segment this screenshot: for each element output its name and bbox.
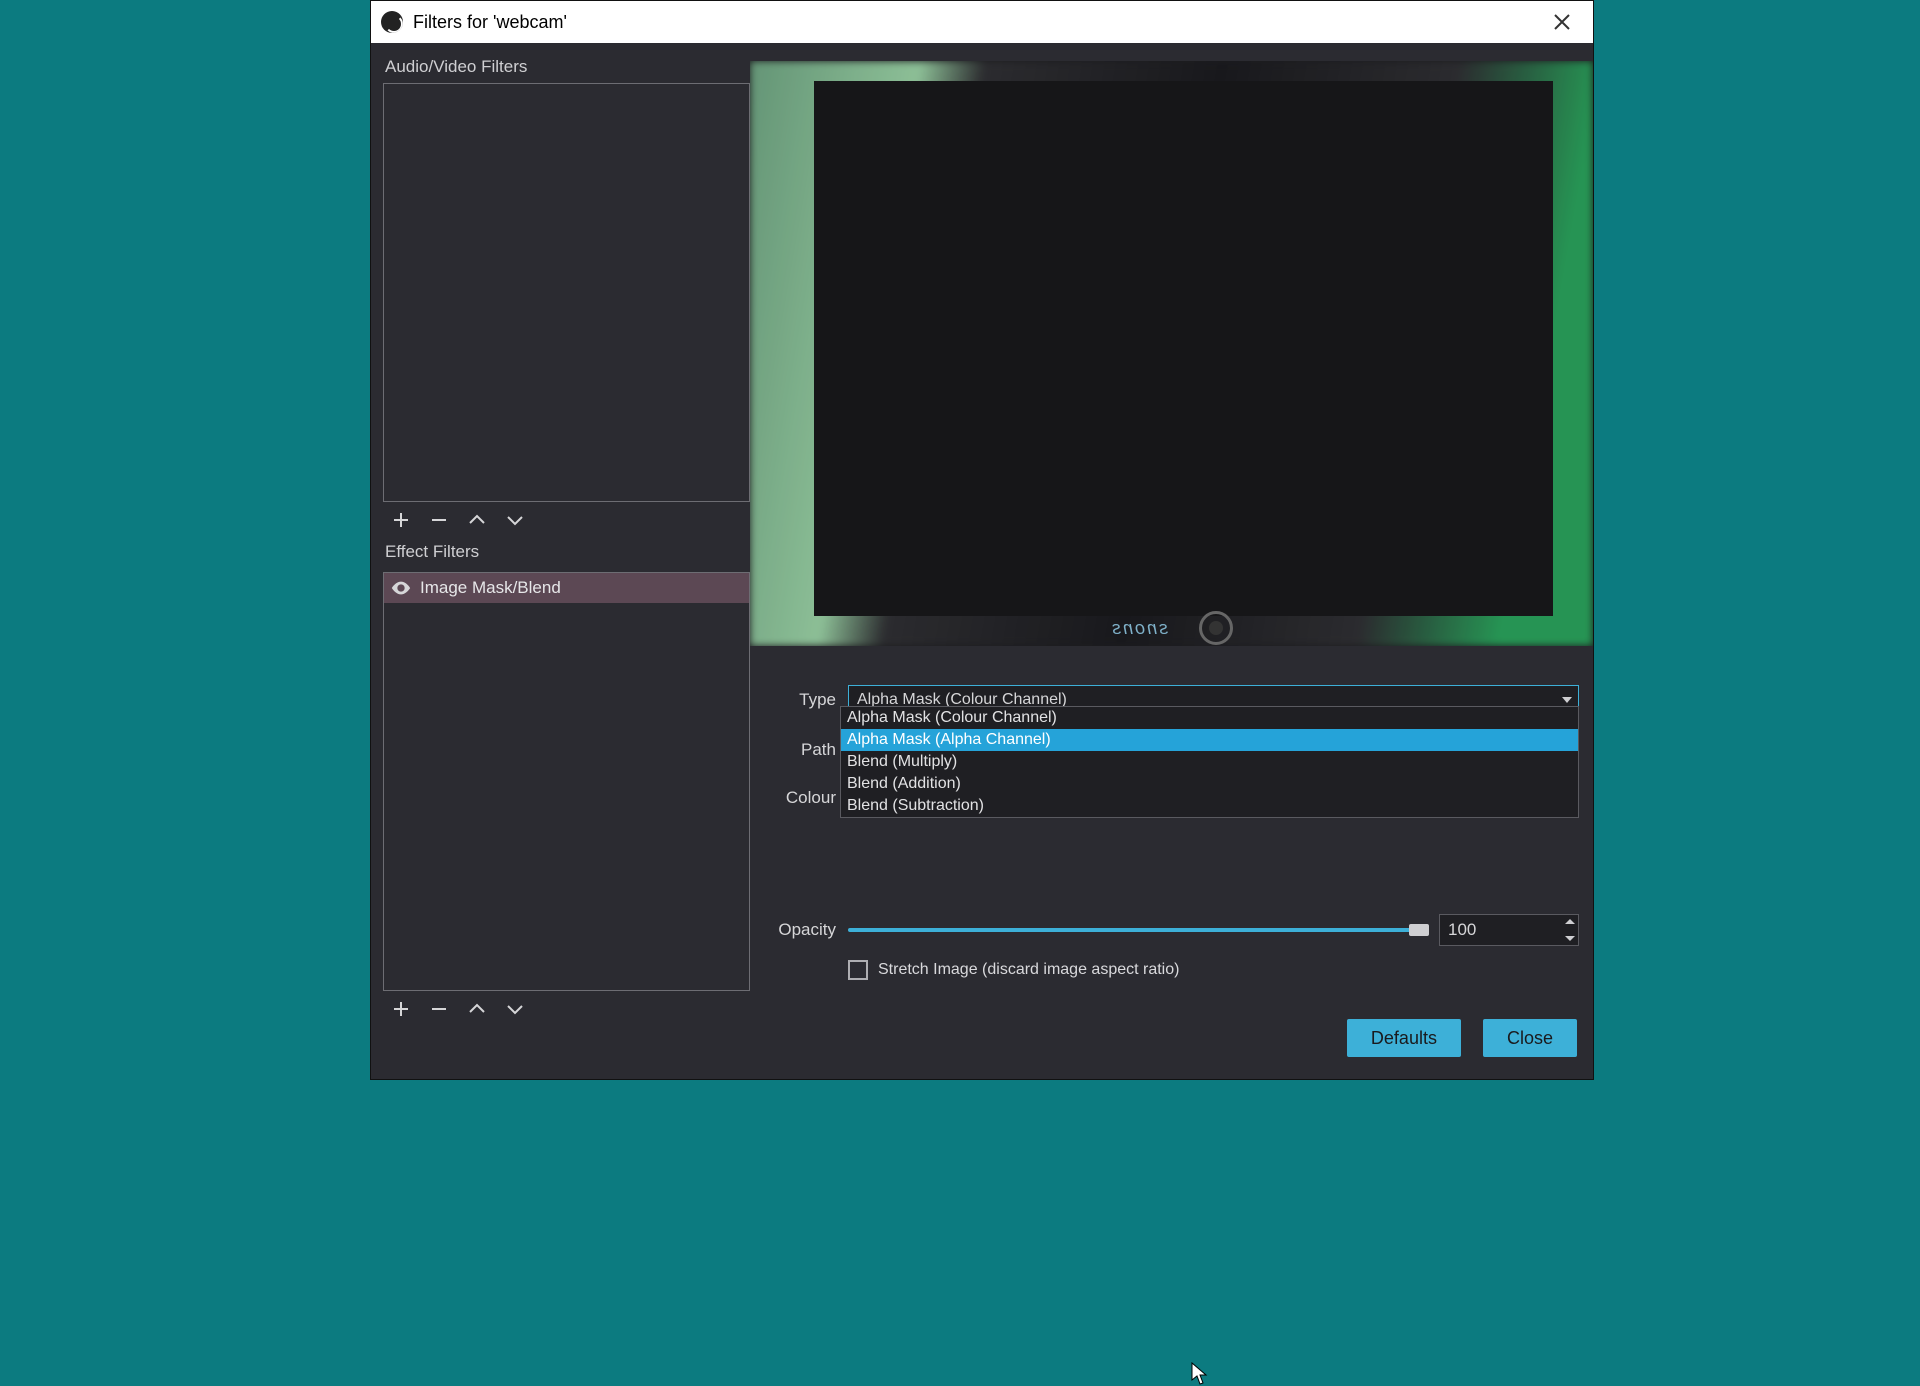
close-button[interactable]: Close [1483, 1019, 1577, 1057]
path-label: Path [758, 740, 838, 760]
dialog-content: Audio/Video Filters Effect Filters [371, 43, 1593, 1079]
type-option[interactable]: Blend (Addition) [841, 773, 1578, 795]
colour-label: Colour [758, 788, 838, 808]
titlebar: Filters for 'webcam' [371, 1, 1593, 43]
stretch-label: Stretch Image (discard image aspect rati… [878, 961, 1179, 979]
opacity-row: Opacity 100 [758, 914, 1579, 946]
preview-bottom-text: snons [1110, 618, 1168, 639]
spin-up-icon[interactable] [1565, 919, 1575, 924]
opacity-slider-thumb[interactable] [1409, 924, 1429, 936]
window-close-button[interactable] [1537, 1, 1587, 43]
type-option[interactable]: Blend (Multiply) [841, 751, 1578, 773]
window-title: Filters for 'webcam' [413, 12, 567, 33]
av-filters-list[interactable] [383, 83, 750, 502]
stretch-row: Stretch Image (discard image aspect rati… [758, 960, 1579, 980]
remove-icon[interactable] [427, 508, 451, 532]
defaults-button[interactable]: Defaults [1347, 1019, 1461, 1057]
av-filters-toolbar [383, 502, 750, 538]
mouse-cursor-icon [1191, 1362, 1209, 1386]
type-option[interactable]: Alpha Mask (Colour Channel) [841, 707, 1578, 729]
type-label: Type [758, 690, 838, 710]
effect-filters-label: Effect Filters [383, 538, 750, 568]
stretch-checkbox[interactable] [848, 960, 868, 980]
effect-filters-toolbar [383, 991, 750, 1027]
move-down-icon[interactable] [503, 997, 527, 1021]
effect-filters-list[interactable]: Image Mask/Blend [383, 572, 750, 991]
left-pane: Audio/Video Filters Effect Filters [371, 43, 750, 1079]
obs-logo-icon [381, 11, 403, 33]
opacity-value: 100 [1448, 920, 1476, 940]
move-down-icon[interactable] [503, 508, 527, 532]
move-up-icon[interactable] [465, 997, 489, 1021]
right-pane: snons Type Alpha Mask (Colour Channel) A… [750, 43, 1593, 1079]
type-option[interactable]: Alpha Mask (Alpha Channel) [841, 729, 1578, 751]
opacity-slider[interactable] [848, 928, 1429, 932]
filters-dialog: Filters for 'webcam' Audio/Video Filters [370, 0, 1594, 1080]
effect-filter-item[interactable]: Image Mask/Blend [384, 573, 749, 603]
chevron-down-icon [1562, 697, 1572, 703]
type-dropdown[interactable]: Alpha Mask (Colour Channel)Alpha Mask (A… [840, 706, 1579, 818]
move-up-icon[interactable] [465, 508, 489, 532]
preview-mask-overlay [814, 81, 1553, 616]
preview-bottom-strip: snons [750, 610, 1593, 646]
type-option[interactable]: Blend (Subtraction) [841, 795, 1578, 817]
opacity-label: Opacity [758, 920, 838, 940]
filter-properties: Type Alpha Mask (Colour Channel) Alpha M… [750, 646, 1593, 980]
effect-filter-name: Image Mask/Blend [420, 578, 561, 598]
preview-area: snons [750, 61, 1593, 646]
av-filters-label: Audio/Video Filters [383, 53, 750, 83]
camera-ring-icon [1199, 611, 1233, 645]
visibility-icon[interactable] [390, 577, 412, 599]
spin-down-icon[interactable] [1565, 936, 1575, 941]
add-icon[interactable] [389, 997, 413, 1021]
dialog-buttons: Defaults Close [1347, 1019, 1577, 1057]
remove-icon[interactable] [427, 997, 451, 1021]
opacity-spinbox[interactable]: 100 [1439, 914, 1579, 946]
add-icon[interactable] [389, 508, 413, 532]
